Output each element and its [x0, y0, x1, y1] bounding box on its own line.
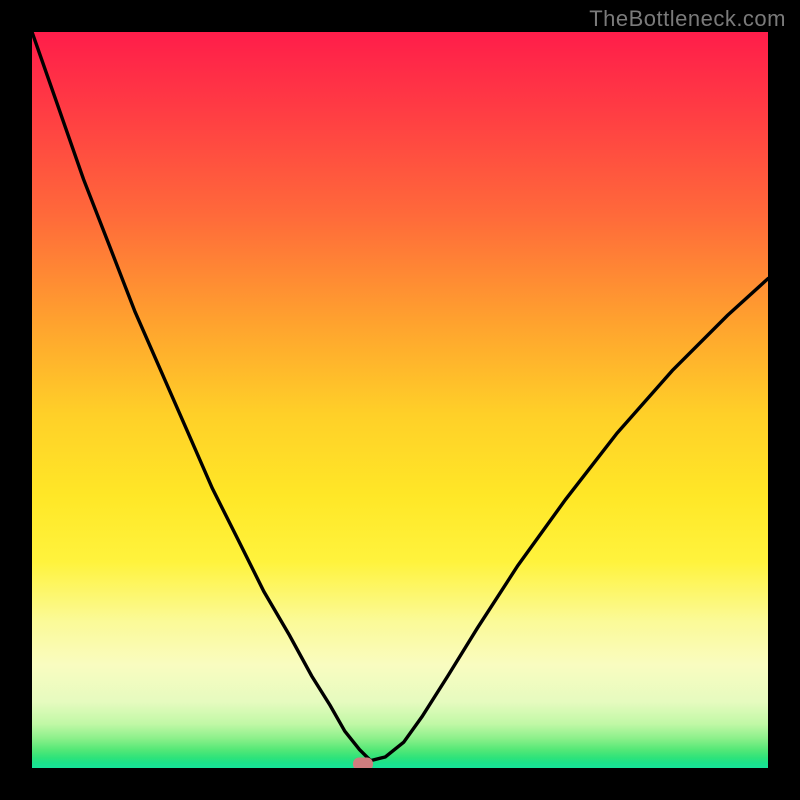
optimal-point-marker: [353, 758, 373, 768]
chart-frame: TheBottleneck.com: [0, 0, 800, 800]
bottleneck-curve: [32, 32, 768, 768]
plot-area: [32, 32, 768, 768]
watermark-text: TheBottleneck.com: [589, 6, 786, 32]
